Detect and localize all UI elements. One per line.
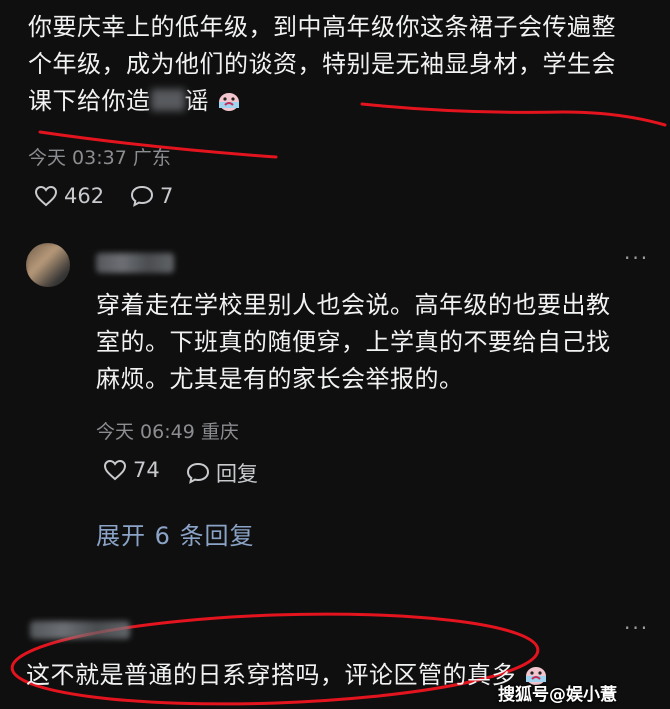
reply-reply-button[interactable]: 回复: [186, 458, 258, 488]
heart-icon: [103, 459, 127, 481]
reply-username-blurred[interactable]: [96, 253, 174, 273]
reply-more-options[interactable]: ···: [624, 246, 649, 270]
expand-replies-link[interactable]: 展开 6 条回复: [96, 516, 255, 551]
avatar[interactable]: [26, 243, 70, 287]
reply-like-button[interactable]: 74: [103, 458, 160, 482]
comment-2-more-options[interactable]: ···: [624, 616, 649, 640]
heart-icon: [34, 185, 58, 207]
comment-2-text: 这不就是普通的日系穿搭吗，评论区管的真多: [26, 660, 548, 691]
comment-1-time-location: 今天 03:37 广东: [28, 147, 171, 169]
comment-2-username-blurred[interactable]: [30, 621, 130, 639]
comment-1-like-button[interactable]: 462: [34, 184, 104, 208]
reply-like-count: 74: [133, 458, 160, 482]
reply-line-2: 室的。下班真的随便穿，上学真的不要给自己找: [96, 328, 611, 356]
comment-2-text-content: 这不就是普通的日系穿搭吗，评论区管的真多: [26, 661, 516, 689]
comment-bubble-icon: [130, 185, 154, 207]
comment-1-reply-count: 7: [160, 184, 174, 208]
comment-1-like-count: 462: [64, 184, 105, 208]
reply-line-1: 穿着走在学校里别人也会说。高年级的也要出教: [96, 291, 611, 319]
reply-time-location: 今天 06:49 重庆: [96, 421, 239, 443]
watermark: 搜狐号@娱小薏: [498, 685, 617, 705]
comment-bubble-icon: [186, 462, 210, 484]
comment-1-reply-button[interactable]: 7: [130, 184, 173, 208]
reply-reply-label: 回复: [216, 462, 258, 486]
reply-line-3: 麻烦。尤其是有的家长会举报的。: [96, 365, 464, 393]
